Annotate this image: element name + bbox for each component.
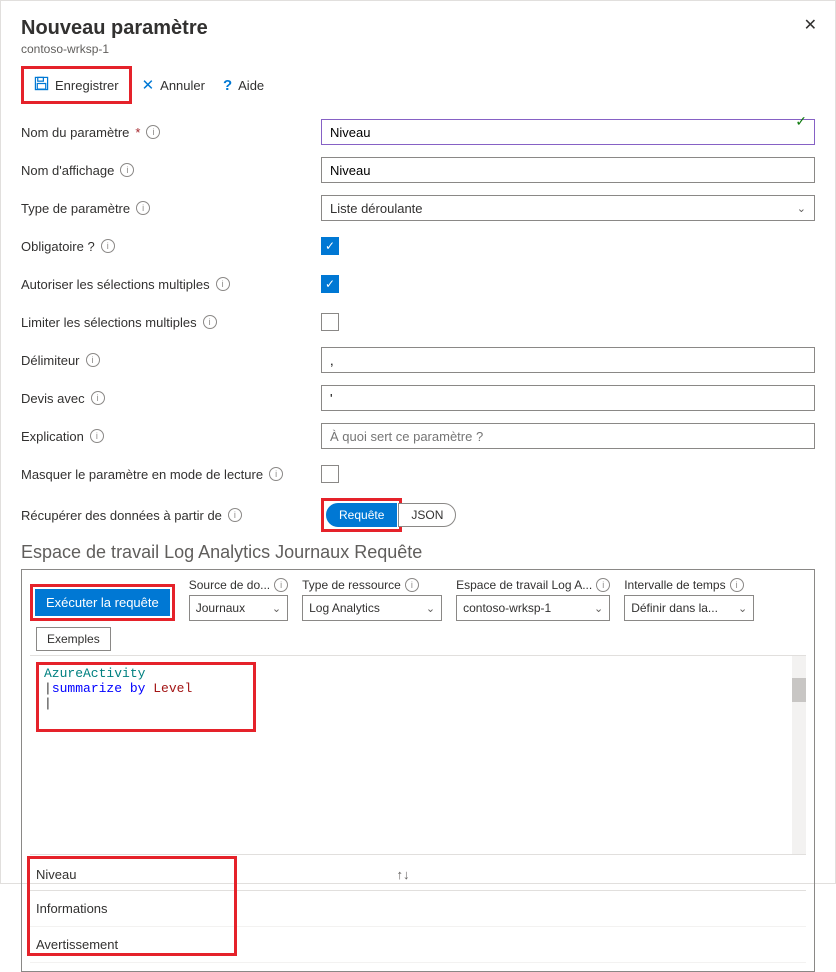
pill-query[interactable]: Requête — [326, 503, 397, 527]
param-type-label: Type de paramètre — [21, 201, 130, 216]
close-icon[interactable]: ✕ — [804, 15, 817, 35]
info-icon[interactable]: i — [203, 315, 217, 329]
time-range-select[interactable]: Définir dans la...⌄ — [624, 595, 754, 621]
panel-title: Nouveau paramètre — [21, 17, 815, 40]
multi-label: Autoriser les sélections multiples — [21, 277, 210, 292]
info-icon[interactable]: i — [730, 578, 744, 592]
sort-icon[interactable]: ↑↓ — [396, 867, 409, 882]
toolbar: Enregistrer ✕ Annuler ? Aide — [21, 66, 815, 104]
help-button[interactable]: ? Aide — [215, 72, 272, 99]
pill-json[interactable]: JSON — [398, 503, 456, 527]
info-icon[interactable]: i — [405, 578, 419, 592]
param-type-value: Liste déroulante — [330, 201, 423, 216]
multi-checkbox[interactable]: ✓ — [321, 275, 339, 293]
help-label: Aide — [238, 78, 264, 93]
info-icon[interactable]: i — [86, 353, 100, 367]
info-icon[interactable]: i — [120, 163, 134, 177]
quote-with-input[interactable] — [321, 385, 815, 411]
run-query-button[interactable]: Exécuter la requête — [35, 589, 170, 616]
param-name-input[interactable] — [321, 119, 815, 145]
save-button[interactable]: Enregistrer — [26, 71, 127, 99]
display-name-label: Nom d'affichage — [21, 163, 114, 178]
examples-button[interactable]: Exemples — [36, 627, 111, 651]
info-icon[interactable]: i — [274, 578, 288, 592]
info-icon[interactable]: i — [136, 201, 150, 215]
limit-multi-label: Limiter les sélections multiples — [21, 315, 197, 330]
limit-multi-checkbox[interactable] — [321, 313, 339, 331]
param-name-label: Nom du paramètre — [21, 125, 129, 140]
cancel-icon: ✕ — [142, 76, 155, 94]
chevron-down-icon: ⌄ — [797, 202, 806, 215]
get-data-label: Récupérer des données à partir de — [21, 508, 222, 523]
results-row[interactable]: Avertissement — [30, 927, 806, 963]
hide-read-checkbox[interactable] — [321, 465, 339, 483]
quote-with-label: Devis avec — [21, 391, 85, 406]
resource-type-label: Type de ressource — [302, 578, 401, 592]
parameter-panel: ✕ Nouveau paramètre contoso-wrksp-1 Enre… — [0, 0, 836, 884]
workspace-select[interactable]: contoso-wrksp-1⌄ — [456, 595, 610, 621]
delimiter-input[interactable] — [321, 347, 815, 373]
chevron-down-icon: ⌄ — [738, 602, 747, 615]
info-icon[interactable]: i — [269, 467, 283, 481]
info-icon[interactable]: i — [228, 508, 242, 522]
explanation-label: Explication — [21, 429, 84, 444]
info-icon[interactable]: i — [216, 277, 230, 291]
chevron-down-icon: ⌄ — [426, 602, 435, 615]
info-icon[interactable]: i — [91, 391, 105, 405]
results-row[interactable]: Informations — [30, 891, 806, 927]
hide-read-label: Masquer le paramètre en mode de lecture — [21, 467, 263, 482]
explanation-input[interactable] — [321, 423, 815, 449]
query-box: Exécuter la requête Source de do... i Jou… — [21, 569, 815, 972]
data-source-label: Source de do... — [189, 578, 270, 592]
info-icon[interactable]: i — [146, 125, 160, 139]
info-icon[interactable]: i — [101, 239, 115, 253]
chevron-down-icon: ⌄ — [272, 602, 281, 615]
results-table: Niveau ↑↓ Informations Avertissement — [30, 859, 806, 963]
data-source-toggle: Requête — [326, 503, 397, 527]
save-label: Enregistrer — [55, 78, 119, 93]
required-checkbox[interactable]: ✓ — [321, 237, 339, 255]
save-icon — [34, 76, 49, 94]
editor-scrollbar[interactable] — [792, 656, 806, 854]
data-source-select[interactable]: Journaux⌄ — [189, 595, 288, 621]
resource-type-select[interactable]: Log Analytics⌄ — [302, 595, 442, 621]
info-icon[interactable]: i — [596, 578, 610, 592]
cancel-label: Annuler — [160, 78, 205, 93]
query-editor[interactable]: AzureActivity |summarize by Level | — [30, 655, 806, 855]
cancel-button[interactable]: ✕ Annuler — [134, 71, 213, 99]
time-range-label: Intervalle de temps — [624, 578, 725, 592]
info-icon[interactable]: i — [90, 429, 104, 443]
results-column-header[interactable]: Niveau — [36, 867, 76, 882]
required-label: Obligatoire ? — [21, 239, 95, 254]
help-icon: ? — [223, 77, 232, 94]
valid-check-icon: ✓ — [795, 113, 807, 130]
required-star: * — [135, 125, 140, 140]
chevron-down-icon: ⌄ — [594, 602, 603, 615]
display-name-input[interactable] — [321, 157, 815, 183]
delimiter-label: Délimiteur — [21, 353, 80, 368]
param-type-select[interactable]: Liste déroulante ⌄ — [321, 195, 815, 221]
workspace-label: Espace de travail Log A... — [456, 578, 592, 592]
query-section-heading: Espace de travail Log Analytics Journaux… — [21, 542, 815, 563]
panel-subtitle: contoso-wrksp-1 — [21, 42, 815, 56]
